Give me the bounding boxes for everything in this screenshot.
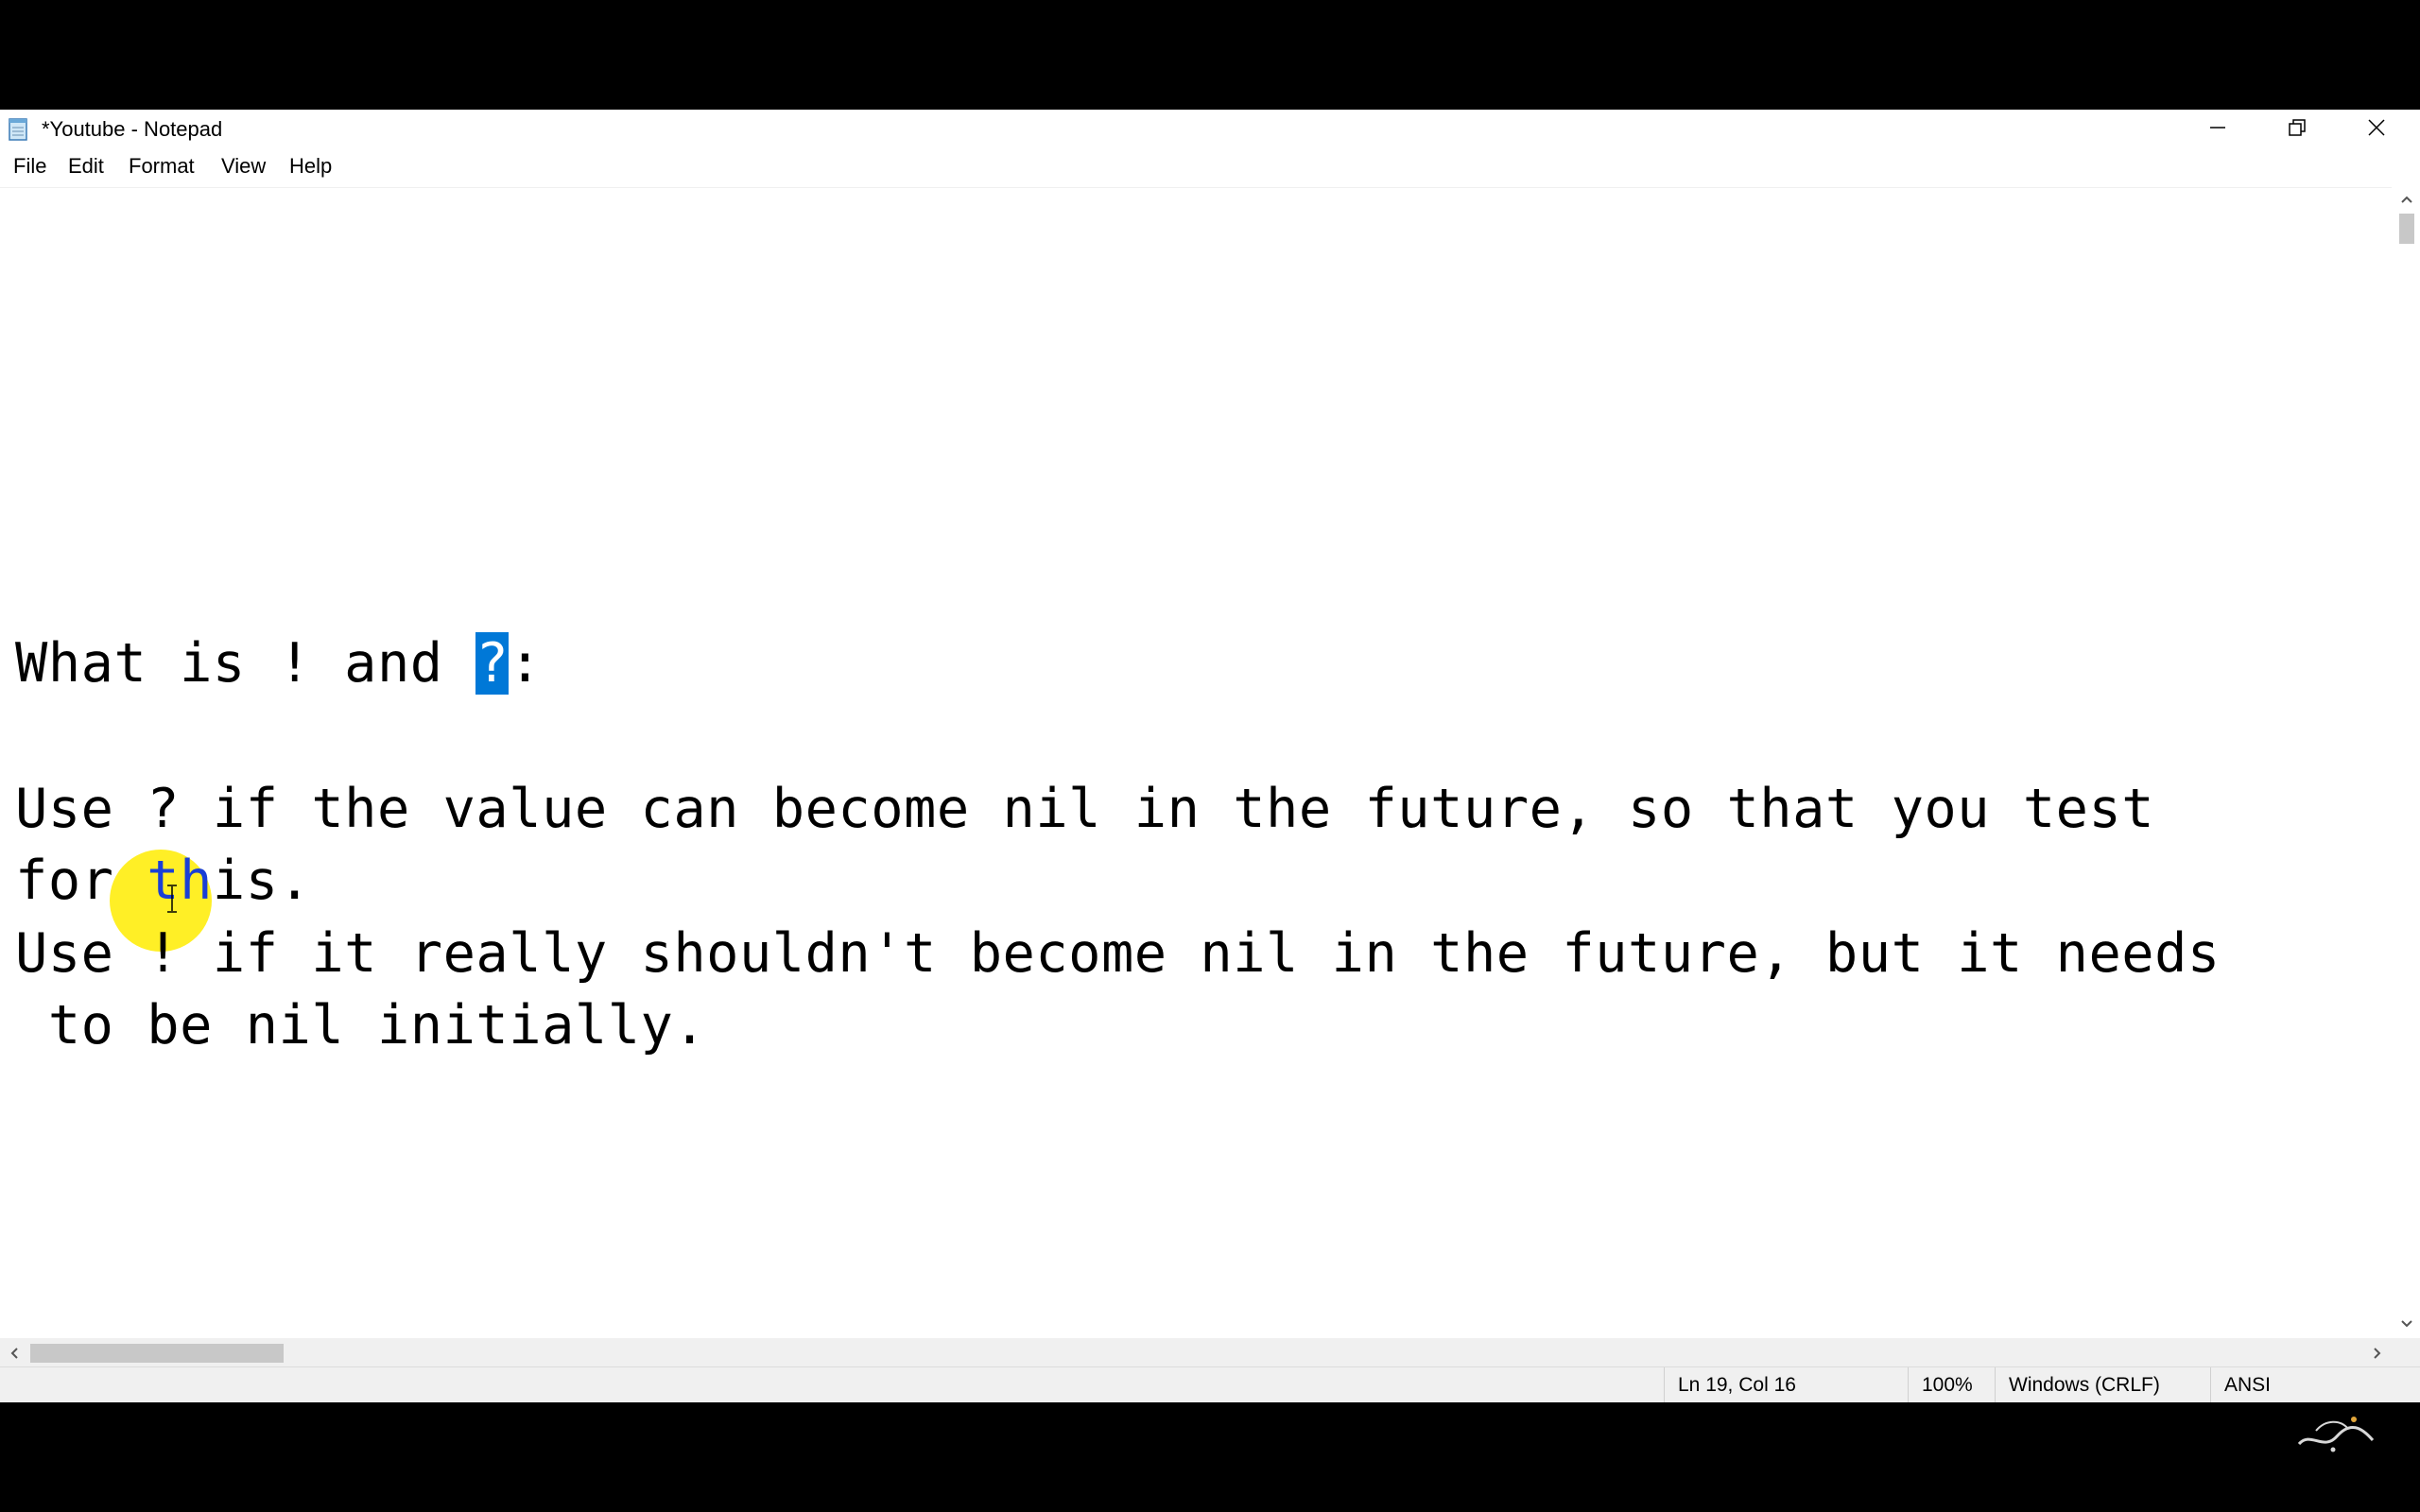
- scroll-up-icon[interactable]: [2399, 193, 2414, 211]
- menu-help[interactable]: Help: [284, 149, 337, 183]
- restore-icon: [2287, 117, 2308, 143]
- text-selection: ?: [475, 632, 510, 695]
- vertical-scrollbar[interactable]: [2392, 187, 2420, 1338]
- text-line-1-end: :: [509, 632, 543, 695]
- menu-edit[interactable]: Edit: [62, 149, 110, 183]
- text-partial-selection: th: [147, 850, 213, 912]
- status-encoding: ANSI: [2210, 1367, 2338, 1402]
- status-zoom: 100%: [1908, 1367, 1997, 1402]
- title-bar[interactable]: *Youtube - Notepad: [0, 110, 2420, 149]
- text-line-3-end: is.: [212, 850, 312, 912]
- scroll-right-icon[interactable]: [2371, 1346, 2384, 1366]
- menu-file[interactable]: File: [8, 149, 52, 183]
- close-button[interactable]: [2337, 110, 2416, 149]
- horizontal-scrollbar[interactable]: [0, 1338, 2392, 1366]
- text-line-3-start: for: [15, 850, 147, 912]
- text-line-3: for this.: [15, 850, 311, 912]
- scroll-down-icon[interactable]: [2399, 1317, 2414, 1335]
- minimize-icon: [2207, 117, 2228, 143]
- menu-format[interactable]: Format: [123, 149, 200, 183]
- notepad-window: *Youtube - Notepad File Edit Format View…: [0, 110, 2420, 1402]
- horizontal-scroll-thumb[interactable]: [30, 1344, 284, 1363]
- menu-bar: File Edit Format View Help: [0, 149, 2420, 183]
- minimize-button[interactable]: [2178, 110, 2257, 149]
- status-bar: Ln 19, Col 16 100% Windows (CRLF) ANSI: [0, 1366, 2420, 1402]
- status-cursor-position: Ln 19, Col 16: [1664, 1367, 1914, 1402]
- channel-logo-watermark: [2288, 1402, 2382, 1461]
- notepad-icon: [6, 117, 30, 142]
- text-line-2: Use ? if the value can become nil in the…: [15, 778, 2155, 840]
- close-icon: [2366, 117, 2387, 143]
- text-line-4: Use ! if it really shouldn't become nil …: [15, 922, 2221, 985]
- scroll-left-icon[interactable]: [8, 1346, 21, 1366]
- menu-view[interactable]: View: [216, 149, 271, 183]
- ibeam-cursor-icon: [165, 884, 179, 914]
- restore-button[interactable]: [2257, 110, 2337, 149]
- text-editor[interactable]: What is ! and ?: Use ? if the value can …: [0, 187, 2392, 1339]
- scrollbar-corner: [2392, 1338, 2420, 1366]
- text-line-1: What is ! and ?:: [15, 632, 542, 695]
- vertical-scroll-thumb[interactable]: [2399, 214, 2414, 244]
- status-line-ending: Windows (CRLF): [1995, 1367, 2217, 1402]
- text-line-1-start: What is ! and: [15, 632, 476, 695]
- text-line-5: to be nil initially.: [15, 994, 707, 1057]
- window-title: *Youtube - Notepad: [42, 117, 223, 141]
